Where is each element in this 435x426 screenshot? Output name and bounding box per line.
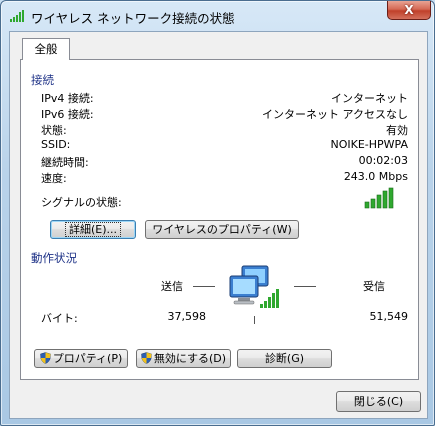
received-connector-line (294, 286, 316, 287)
signal-bars-icon (364, 187, 394, 209)
window-title: ワイヤレス ネットワーク接続の状態 (31, 11, 235, 26)
connection-group-title: 接続 (31, 73, 54, 87)
uac-shield-icon (141, 352, 152, 364)
network-activity-icon (229, 265, 279, 308)
duration-label: 継続時間: (41, 156, 89, 169)
activity-group-title: 動作状況 (31, 251, 77, 265)
tab-general[interactable]: 全般 (22, 38, 70, 60)
properties-button[interactable]: プロパティ(P) (34, 349, 128, 368)
close-button[interactable]: 閉じる(C) (336, 391, 421, 412)
ssid-value: NOIKE-HPWPA (330, 138, 409, 151)
sent-label: 送信 (161, 280, 183, 293)
speed-value: 243.0 Mbps (343, 170, 408, 183)
title-bar[interactable]: ワイヤレス ネットワーク接続の状態 X (1, 1, 434, 31)
disable-button[interactable]: 無効にする(D) (136, 349, 231, 368)
activity-group-divider (83, 257, 408, 258)
received-label: 受信 (363, 280, 385, 293)
ipv6-value: インターネット アクセスなし (262, 108, 408, 121)
connection-group-divider (61, 79, 408, 80)
duration-value: 00:02:03 (358, 154, 408, 167)
ssid-label: SSID: (41, 138, 71, 151)
speed-label: 速度: (41, 172, 67, 185)
ipv4-value: インターネット (331, 92, 408, 105)
bytes-label: バイト: (41, 312, 78, 325)
details-button[interactable]: 詳細(E)... (50, 220, 136, 239)
ipv4-label: IPv4 接続: (41, 92, 94, 105)
details-button-label: 詳細(E)... (64, 222, 122, 237)
activity-connector-tick (254, 316, 255, 324)
general-tab-panel: 接続 IPv4 接続: インターネット IPv6 接続: インターネット アクセ… (20, 59, 419, 380)
bytes-received-value: 51,549 (369, 310, 409, 323)
sent-connector-line (193, 286, 215, 287)
signal-strength-icon (10, 10, 24, 22)
properties-button-label: プロパティ(P) (52, 352, 123, 365)
media-state-label: 状態: (41, 124, 67, 137)
disable-button-label: 無効にする(D) (153, 352, 227, 365)
signal-quality-label: シグナルの状態: (41, 196, 122, 209)
status-dialog: ワイヤレス ネットワーク接続の状態 X 全般 接続 IPv4 接続: インターネ… (0, 0, 435, 426)
diagnose-button[interactable]: 診断(G) (237, 349, 332, 368)
media-state-value: 有効 (386, 124, 408, 137)
ipv6-label: IPv6 接続: (41, 108, 94, 121)
uac-shield-icon (39, 352, 51, 364)
dialog-body: 全般 接続 IPv4 接続: インターネット IPv6 接続: インターネット … (9, 31, 428, 419)
wireless-properties-button[interactable]: ワイヤレスのプロパティ(W) (145, 220, 299, 239)
bytes-sent-value: 37,598 (167, 310, 207, 323)
window-close-button[interactable]: X (387, 1, 431, 20)
